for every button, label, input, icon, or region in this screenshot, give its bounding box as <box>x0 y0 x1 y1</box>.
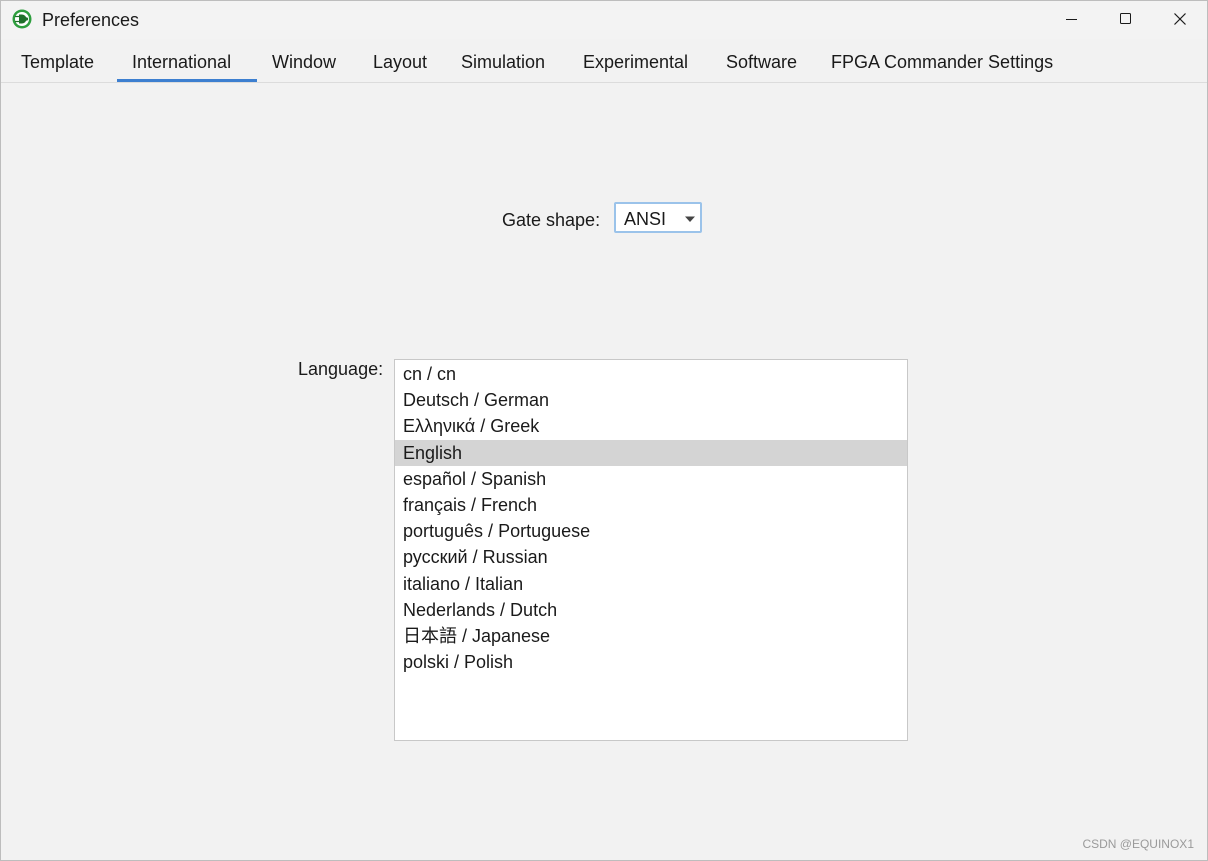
tab-layout[interactable]: Layout <box>373 50 427 74</box>
close-button[interactable] <box>1152 1 1206 37</box>
tab-international[interactable]: International <box>132 50 231 74</box>
tab-experimental[interactable]: Experimental <box>583 50 688 74</box>
language-item-polish[interactable]: polski / Polish <box>395 649 907 675</box>
close-icon <box>1174 13 1186 25</box>
tab-template[interactable]: Template <box>21 50 94 74</box>
language-list[interactable]: cn / cn Deutsch / German Ελληνικά / Gree… <box>394 359 908 741</box>
language-item-english[interactable]: English <box>395 439 907 466</box>
language-item-german[interactable]: Deutsch / German <box>395 387 907 413</box>
language-item-portuguese[interactable]: português / Portuguese <box>395 518 907 544</box>
tab-fpga-commander-settings[interactable]: FPGA Commander Settings <box>831 50 1053 74</box>
watermark: CSDN @EQUINOX1 <box>1082 837 1194 851</box>
minimize-button[interactable] <box>1044 1 1098 37</box>
international-panel: Gate shape: ANSI Language: cn / cn Deuts… <box>1 83 1207 860</box>
tab-bar: Template International Window Layout Sim… <box>1 39 1207 83</box>
language-item-dutch[interactable]: Nederlands / Dutch <box>395 597 907 623</box>
language-item-spanish[interactable]: español / Spanish <box>395 466 907 492</box>
preferences-window: Preferences Template International Windo… <box>0 0 1208 861</box>
language-item-cn[interactable]: cn / cn <box>395 361 907 387</box>
window-title: Preferences <box>42 10 140 30</box>
gate-shape-value: ANSI <box>624 209 667 229</box>
language-item-french[interactable]: français / French <box>395 492 907 518</box>
title-bar: Preferences <box>1 1 1207 39</box>
chevron-down-icon <box>685 216 695 222</box>
language-item-italian[interactable]: italiano / Italian <box>395 571 907 597</box>
tab-simulation[interactable]: Simulation <box>461 50 545 74</box>
language-item-greek[interactable]: Ελληνικά / Greek <box>395 413 907 439</box>
gate-shape-label: Gate shape: <box>502 210 601 230</box>
maximize-button[interactable] <box>1098 1 1152 37</box>
tab-software[interactable]: Software <box>726 50 797 74</box>
language-item-japanese[interactable]: 日本語 / Japanese <box>395 623 907 649</box>
app-icon <box>12 9 32 29</box>
active-tab-indicator <box>117 79 257 82</box>
gate-shape-dropdown[interactable]: ANSI <box>614 202 702 233</box>
language-item-russian[interactable]: русский / Russian <box>395 544 907 570</box>
maximize-icon <box>1120 13 1131 24</box>
minimize-icon <box>1066 19 1077 20</box>
tab-window[interactable]: Window <box>272 50 336 74</box>
language-label: Language: <box>298 359 384 379</box>
